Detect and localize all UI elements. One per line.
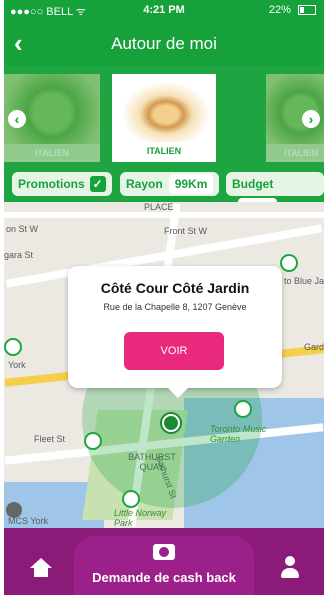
restaurant-map-pin[interactable] xyxy=(280,254,298,272)
map-label-front-st: Front St W xyxy=(164,226,208,236)
filter-bar: Promotions ✓ Rayon 99Km Budget888€ xyxy=(4,164,324,218)
map-label-york: York xyxy=(8,360,26,370)
cuisine-label: ITALIEN xyxy=(4,144,100,162)
map-label-gard: Gard xyxy=(304,342,324,352)
chevron-right-icon[interactable]: › xyxy=(302,110,320,128)
restaurant-name: Côté Cour Côté Jardin xyxy=(100,280,250,296)
cuisine-label: ITALIEN xyxy=(114,142,214,160)
camera-icon xyxy=(153,544,175,560)
restaurant-popup: Côté Cour Côté Jardin Rue de la Chapelle… xyxy=(68,266,282,398)
map-label-fleet-st: Fleet St xyxy=(34,434,66,444)
location-marker-icon xyxy=(6,502,22,518)
restaurant-map-pin[interactable] xyxy=(234,400,252,418)
rayon-value: 99Km xyxy=(168,174,214,194)
battery-percent: 22% xyxy=(268,4,291,16)
map-label-gara-st: gara St xyxy=(4,250,34,260)
map-label-place: PLACE xyxy=(144,202,174,212)
restaurant-address: Rue de la Chapelle 8, 1207 Genève xyxy=(103,302,247,312)
home-icon[interactable] xyxy=(30,558,52,578)
restaurant-map-pin[interactable] xyxy=(4,338,22,356)
rayon-filter[interactable]: Rayon 99Km xyxy=(120,172,220,196)
page-title: Autour de moi xyxy=(111,34,217,53)
cash-back-button[interactable]: Demande de cash back xyxy=(74,536,254,595)
battery-icon xyxy=(298,5,316,16)
nav-bar: ‹ Autour de moi xyxy=(4,22,324,66)
budget-filter[interactable]: Budget888€ xyxy=(226,172,324,218)
cuisine-image xyxy=(114,76,214,146)
app-screen: ●●●○○ BELL ᯤ 4:21 PM 22% ‹ Autour de moi… xyxy=(4,0,324,595)
chevron-left-icon[interactable]: ‹ xyxy=(8,110,26,128)
rayon-label: Rayon xyxy=(126,177,163,191)
promotions-label: Promotions xyxy=(18,177,85,191)
voir-button[interactable]: VOIR xyxy=(124,332,224,370)
cuisine-carousel: ITALIEN ITALIEN ITALIEN ‹ › xyxy=(4,66,324,164)
status-bar: ●●●○○ BELL ᯤ 4:21 PM 22% xyxy=(4,0,324,22)
user-icon[interactable] xyxy=(280,556,300,578)
restaurant-map-pin[interactable] xyxy=(84,432,102,450)
cuisine-label: ITALIEN xyxy=(266,144,324,162)
cuisine-image xyxy=(266,74,324,144)
promotions-filter[interactable]: Promotions ✓ xyxy=(12,172,112,196)
cuisine-card-selected[interactable]: ITALIEN xyxy=(112,74,216,162)
road xyxy=(4,212,324,218)
cuisine-image xyxy=(4,74,100,144)
battery-status: 22% xyxy=(269,4,316,16)
bottom-tab-bar: Demande de cash back xyxy=(4,528,324,595)
cash-back-label: Demande de cash back xyxy=(92,570,236,585)
budget-label: Budget xyxy=(232,177,274,191)
map-label-little-norway: Little Norway Park xyxy=(114,508,167,528)
map-label-on-st: on St W xyxy=(6,224,39,234)
selected-restaurant-pin[interactable] xyxy=(162,414,180,432)
map-label-blue-jays: to Blue Jays xyxy=(284,276,324,286)
check-icon: ✓ xyxy=(89,176,106,192)
restaurant-map-pin[interactable] xyxy=(122,490,140,508)
